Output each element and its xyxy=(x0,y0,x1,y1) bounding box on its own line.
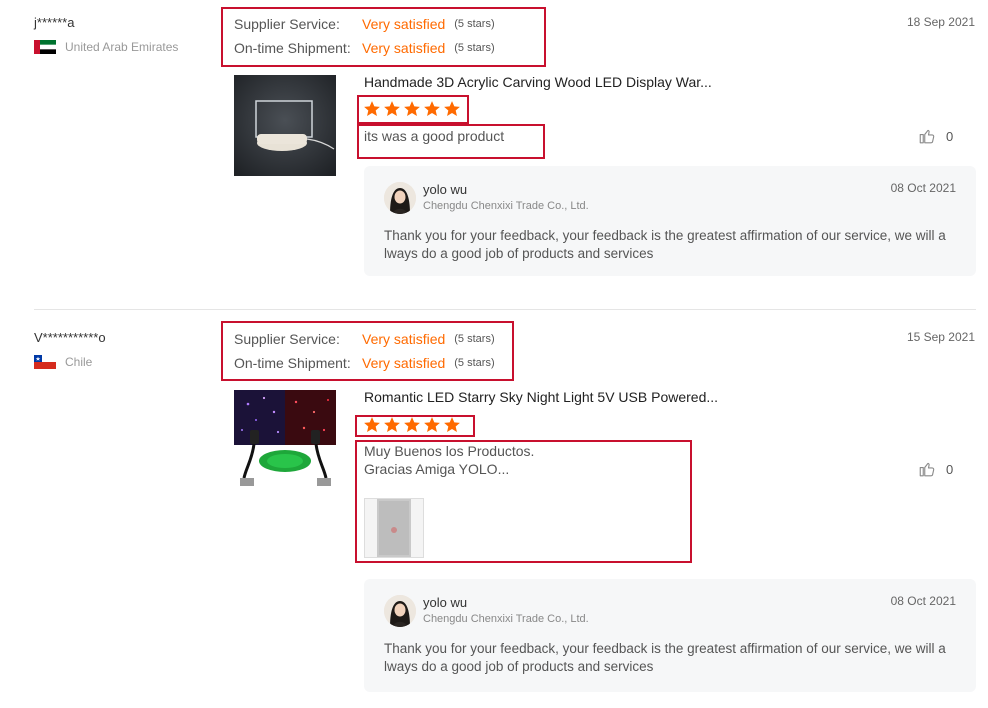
star-icon xyxy=(424,101,440,116)
like-button[interactable]: 0 xyxy=(918,127,953,145)
rating-label: On-time Shipment: xyxy=(234,355,351,371)
seller-name: yolo wu xyxy=(423,182,468,197)
comment-line: Muy Buenos los Productos. xyxy=(364,443,535,459)
seller-avatar xyxy=(384,595,416,627)
star-icon xyxy=(384,101,400,116)
reply-text: Thank you for your feedback, your feedba… xyxy=(384,641,946,674)
supplier-service-rating: Supplier Service: Very satisfied (5 star… xyxy=(234,16,495,32)
ratings-box: Supplier Service: Very satisfied (5 star… xyxy=(221,321,514,381)
seller-reply: yolo wu Chengdu Chenxixi Trade Co., Ltd.… xyxy=(364,166,976,276)
product-star-rating xyxy=(363,416,461,434)
product-title[interactable]: Romantic LED Starry Sky Night Light 5V U… xyxy=(364,389,718,405)
review-divider xyxy=(34,309,976,310)
rating-value: Very satisfied xyxy=(362,16,446,32)
shipment-rating: On-time Shipment: Very satisfied (5 star… xyxy=(234,40,495,56)
supplier-service-rating: Supplier Service: Very satisfied (5 star… xyxy=(234,331,495,347)
buyer-country: Chile xyxy=(34,355,92,369)
review-comment: its was a good product xyxy=(364,128,505,144)
reply-date: 08 Oct 2021 xyxy=(890,594,956,608)
rating-value: Very satisfied xyxy=(362,355,446,371)
seller-avatar xyxy=(384,182,416,214)
product-thumbnail[interactable] xyxy=(234,390,336,491)
star-icon xyxy=(404,101,420,116)
seller-reply: yolo wu Chengdu Chenxixi Trade Co., Ltd.… xyxy=(364,579,976,692)
product-star-rating xyxy=(363,100,461,118)
buyer-name: V***********o xyxy=(34,330,106,345)
star-icon xyxy=(444,417,460,432)
like-button[interactable]: 0 xyxy=(918,460,953,478)
seller-name: yolo wu xyxy=(423,595,468,610)
rating-value: Very satisfied xyxy=(362,40,446,56)
rating-stars-text: (5 stars) xyxy=(454,42,495,54)
review-date: 15 Sep 2021 xyxy=(906,330,975,344)
review-comment: Muy Buenos los Productos. Gracias Amiga … xyxy=(364,442,534,478)
rating-stars-text: (5 stars) xyxy=(454,333,495,345)
rating-stars-text: (5 stars) xyxy=(454,18,495,30)
rating-label: Supplier Service: xyxy=(234,16,340,32)
thumbs-up-icon xyxy=(919,462,935,477)
rating-label: On-time Shipment: xyxy=(234,40,351,56)
review-date: 18 Sep 2021 xyxy=(906,15,975,29)
product-title[interactable]: Handmade 3D Acrylic Carving Wood LED Dis… xyxy=(364,74,712,90)
shipment-rating: On-time Shipment: Very satisfied (5 star… xyxy=(234,355,495,371)
rating-value: Very satisfied xyxy=(362,331,446,347)
buyer-country: United Arab Emirates xyxy=(34,40,178,54)
ratings-box: Supplier Service: Very satisfied (5 star… xyxy=(221,7,546,67)
reply-date: 08 Oct 2021 xyxy=(890,181,956,195)
country-name: United Arab Emirates xyxy=(65,40,179,54)
like-count: 0 xyxy=(946,461,954,477)
uae-flag-icon xyxy=(34,40,56,54)
thumbs-up-icon xyxy=(919,129,935,144)
reply-text: Thank you for your feedback, your feedba… xyxy=(384,228,946,261)
like-count: 0 xyxy=(946,128,954,144)
chile-flag-icon xyxy=(34,355,56,369)
star-icon xyxy=(364,417,380,432)
country-name: Chile xyxy=(65,355,93,369)
rating-label: Supplier Service: xyxy=(234,331,340,347)
star-icon xyxy=(364,101,380,116)
seller-company[interactable]: Chengdu Chenxixi Trade Co., Ltd. xyxy=(423,200,589,212)
product-thumbnail[interactable] xyxy=(234,75,336,176)
seller-company[interactable]: Chengdu Chenxixi Trade Co., Ltd. xyxy=(423,613,589,625)
star-icon xyxy=(444,101,460,116)
buyer-name: j******a xyxy=(34,15,75,30)
rating-stars-text: (5 stars) xyxy=(454,357,495,369)
comment-line: Gracias Amiga YOLO... xyxy=(364,461,510,477)
star-icon xyxy=(384,417,400,432)
review-photo[interactable] xyxy=(364,498,424,558)
star-icon xyxy=(424,417,440,432)
star-icon xyxy=(404,417,420,432)
